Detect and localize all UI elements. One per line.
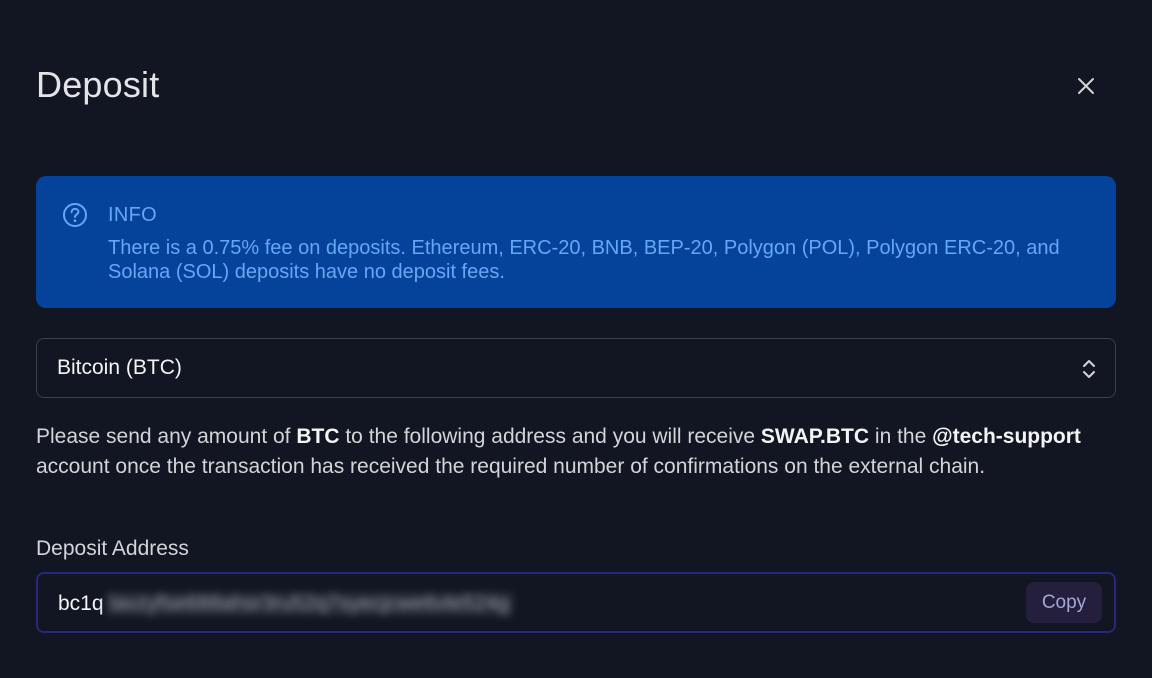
asset-select[interactable]: Bitcoin (BTC) bbox=[36, 338, 1116, 398]
info-alert: INFO There is a 0.75% fee on deposits. E… bbox=[36, 176, 1116, 308]
instructions-text: in the bbox=[869, 425, 933, 448]
instructions-text: to the following address and you will re… bbox=[339, 425, 761, 448]
deposit-address-prefix: bc1q bbox=[58, 592, 104, 615]
deposit-instructions: Please send any amount of BTC to the fol… bbox=[36, 422, 1096, 482]
copy-button[interactable]: Copy bbox=[1026, 582, 1102, 623]
deposit-address-field[interactable]: bc1q lavzyfse688ahsr3ru52q7syecjcwe6vle5… bbox=[36, 572, 1116, 633]
info-heading: INFO bbox=[108, 204, 157, 226]
info-text: There is a 0.75% fee on deposits. Ethere… bbox=[108, 237, 1060, 283]
close-button[interactable] bbox=[1070, 70, 1102, 102]
instructions-text: account once the transaction has receive… bbox=[36, 455, 986, 478]
close-icon bbox=[1078, 78, 1094, 94]
instructions-text: Please send any amount of bbox=[36, 425, 297, 448]
instructions-token: SWAP.BTC bbox=[760, 425, 870, 448]
instructions-asset: BTC bbox=[296, 425, 340, 448]
modal-title: Deposit bbox=[36, 64, 160, 105]
question-circle-icon bbox=[63, 203, 87, 227]
deposit-address-label: Deposit Address bbox=[36, 537, 189, 560]
instructions-account: @tech-support bbox=[932, 425, 1081, 448]
deposit-modal: Deposit INFO There is a 0.75% fee on dep… bbox=[0, 0, 1152, 678]
chevron-up-down-icon bbox=[1083, 360, 1095, 378]
deposit-address-blurred: lavzyfse688ahsr3ru52q7syecjcwe6vle524g bbox=[106, 592, 514, 616]
asset-select-value: Bitcoin (BTC) bbox=[57, 356, 182, 379]
